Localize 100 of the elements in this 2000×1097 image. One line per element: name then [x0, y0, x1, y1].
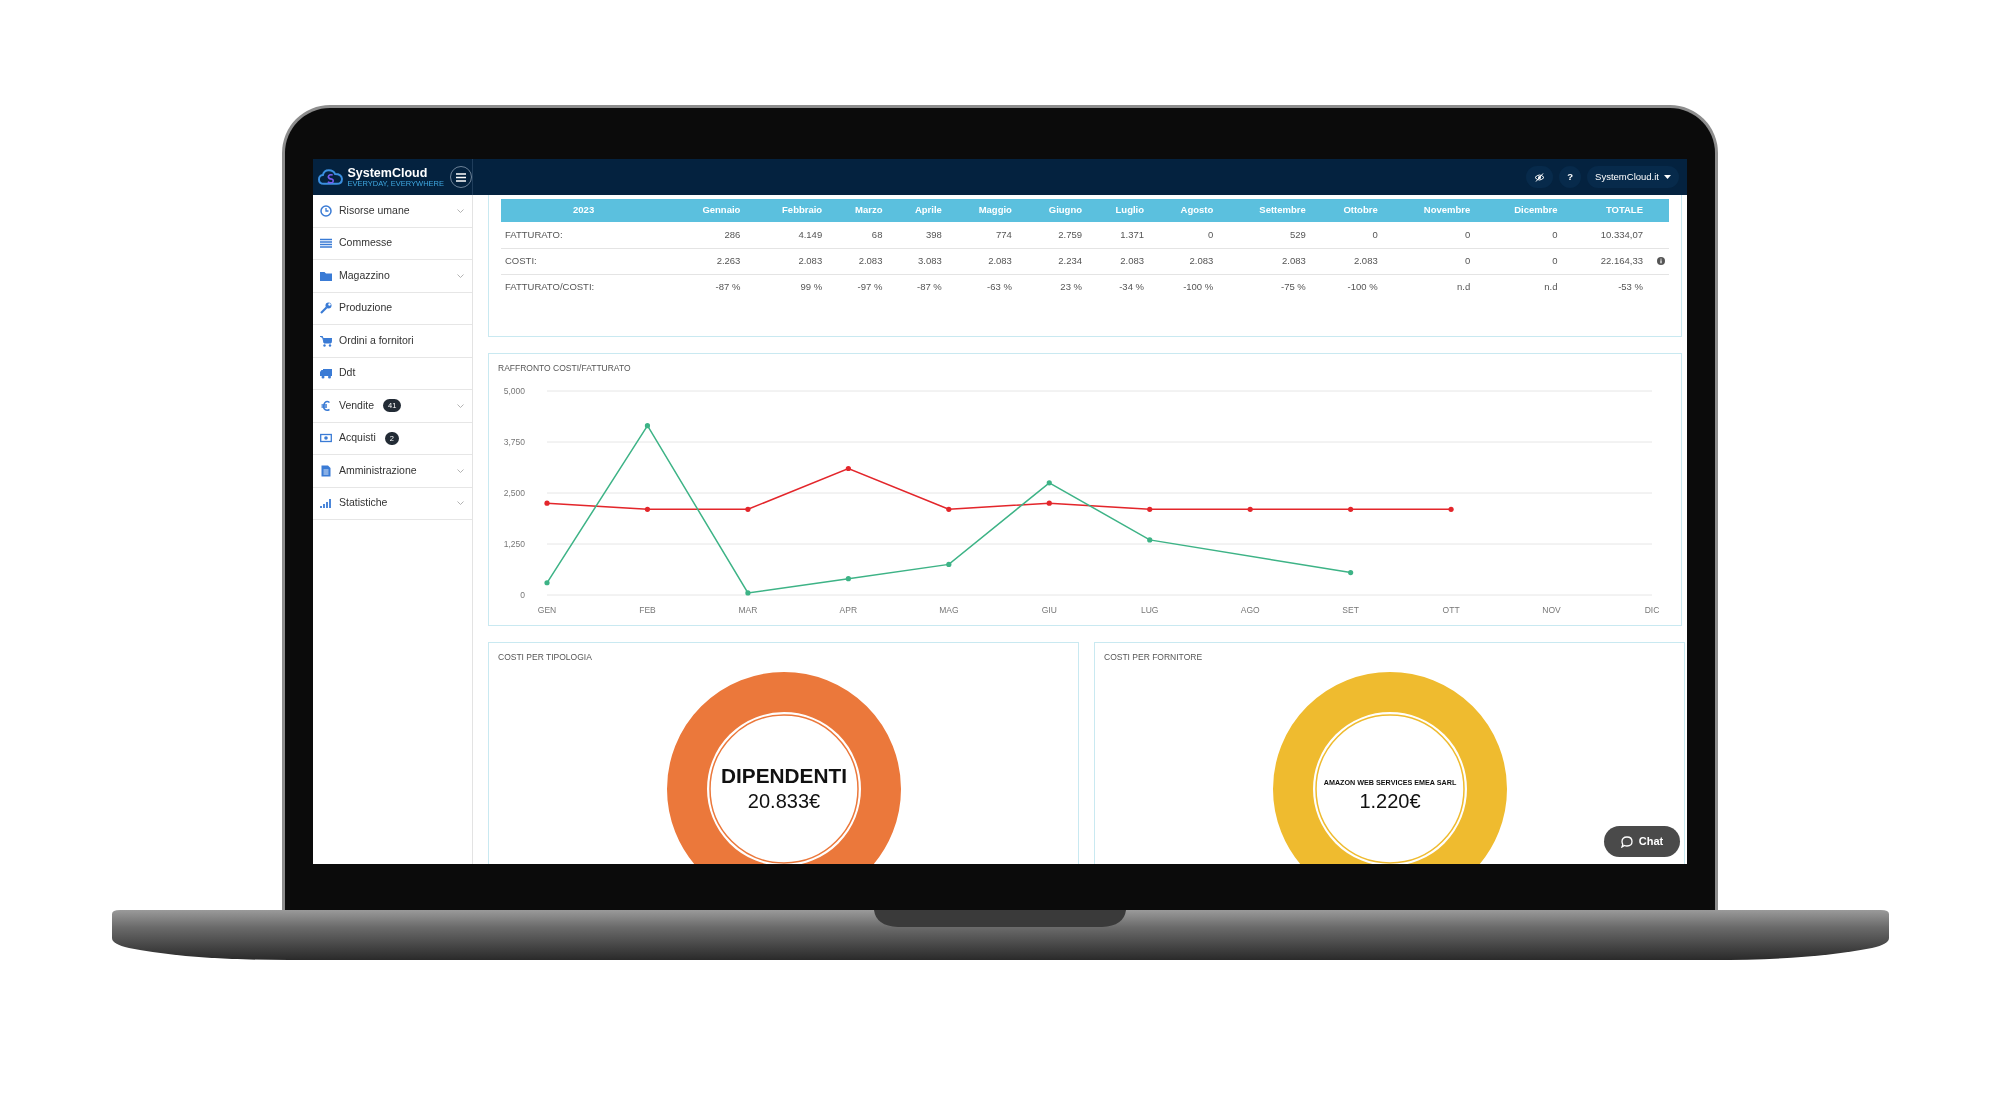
x-tick-label: AGO — [1240, 604, 1260, 615]
chart-title: RAFFRONTO COSTI/FATTURATO — [497, 362, 632, 375]
item-label: Magazzino — [339, 267, 390, 283]
column-header: Febbraio — [744, 199, 827, 222]
column-header: Novembre — [1381, 199, 1475, 222]
data-point — [845, 465, 851, 471]
menu-icon — [456, 172, 466, 182]
clock-icon — [320, 204, 332, 217]
y-tick-label: 0 — [520, 589, 525, 600]
data-point — [1448, 506, 1454, 512]
table-cell: -87 % — [666, 274, 745, 300]
column-header: Gennaio — [666, 199, 745, 222]
x-tick-label: GIU — [1041, 604, 1057, 615]
item-label: Commesse — [339, 235, 393, 251]
item-label: Amministrazione — [339, 462, 417, 478]
x-tick-label: NOV — [1542, 604, 1561, 615]
euro-icon — [320, 399, 332, 412]
data-point — [1046, 500, 1052, 506]
table-cell: 0 — [1474, 222, 1562, 248]
sidebar-item[interactable]: Ordini a fornitori — [313, 325, 472, 358]
table-cell: 0 — [1381, 222, 1475, 248]
data-point — [845, 575, 851, 582]
data-point — [1348, 569, 1354, 575]
data-point — [1348, 506, 1354, 512]
x-tick-label: GEN — [537, 604, 557, 615]
data-point — [946, 506, 952, 512]
table-cell: 0 — [1148, 222, 1218, 248]
sidebar-item[interactable]: Produzione — [313, 292, 472, 325]
table-cell: 2.083 — [744, 248, 827, 274]
x-tick-label: LUG — [1141, 604, 1159, 615]
table-cell: 68 — [826, 222, 887, 248]
table-cell: 0 — [1309, 222, 1382, 248]
visibility-button[interactable] — [1526, 166, 1554, 188]
table-cell: n.d — [1381, 274, 1475, 300]
data-point — [946, 561, 952, 567]
help-button[interactable]: ? — [1559, 166, 1582, 188]
sidebar-item[interactable]: Risorse umane — [313, 195, 472, 228]
sidebar-item[interactable]: Magazzino — [313, 260, 472, 293]
item-label: Ordini a fornitori — [339, 332, 414, 348]
row-label: FATTURATO/COSTI: — [501, 274, 667, 300]
table-cell: 3.083 — [886, 248, 946, 274]
column-header: Settembre — [1217, 199, 1310, 222]
table-cell: -53 % — [1561, 274, 1647, 300]
table-cell: 2.083 — [945, 248, 1016, 274]
table-cell: 2.263 — [666, 248, 745, 274]
table-cell: 23 % — [1015, 274, 1086, 300]
row-label: FATTURATO: — [501, 222, 667, 248]
table-cell: 2.083 — [1309, 248, 1382, 274]
table-cell: -97 % — [826, 274, 887, 300]
table-cell: 2.083 — [1217, 248, 1310, 274]
bar-chart-icon — [320, 497, 332, 510]
data-point — [1147, 506, 1153, 512]
table-cell: 0 — [1381, 248, 1475, 274]
item-label: Risorse umane — [339, 202, 410, 218]
column-header: Giugno — [1015, 199, 1086, 222]
account-menu[interactable]: SystemCloud.it — [1587, 166, 1679, 188]
table-cell: 1.371 — [1086, 222, 1149, 248]
column-header: Agosto — [1148, 199, 1218, 222]
document-icon — [320, 464, 332, 477]
table-cell: 2.083 — [1148, 248, 1218, 274]
table-cell: 22.164,33 — [1561, 248, 1647, 274]
donut-label: DIPENDENTI — [721, 763, 847, 787]
folder-icon — [320, 269, 332, 282]
column-header: 2023 — [501, 199, 667, 222]
truck-icon — [320, 367, 332, 380]
table-cell: 99 % — [744, 274, 827, 300]
data-point — [1147, 537, 1153, 543]
table-cell: -34 % — [1086, 274, 1149, 300]
x-tick-label: OTT — [1442, 604, 1460, 615]
y-tick-label: 2,500 — [503, 487, 525, 498]
column-header: Maggio — [945, 199, 1016, 222]
list-icon — [320, 237, 332, 250]
chat-button[interactable]: Chat — [1604, 826, 1680, 857]
sidebar-item[interactable]: Commesse — [313, 227, 472, 260]
cart-icon — [320, 334, 332, 347]
sidebar-item[interactable]: Ddt — [313, 357, 472, 390]
data-point — [745, 590, 751, 596]
item-label: Ddt — [339, 365, 356, 381]
table-cell: 398 — [886, 222, 946, 248]
table-cell: -63 % — [945, 274, 1016, 300]
money-icon — [320, 432, 332, 445]
item-label: Vendite — [339, 397, 375, 413]
wrench-icon — [320, 302, 332, 315]
data-point — [1247, 506, 1253, 512]
data-point — [1046, 479, 1052, 486]
info-icon[interactable] — [1657, 257, 1665, 266]
x-tick-label: FEB — [639, 604, 656, 615]
x-tick-label: APR — [839, 604, 858, 615]
table-cell: 774 — [945, 222, 1016, 248]
item-label: Produzione — [339, 300, 393, 316]
column-header: Ottobre — [1309, 199, 1382, 222]
table-cell: 2.234 — [1015, 248, 1086, 274]
table-cell: 10.334,07 — [1561, 222, 1647, 248]
column-header: Marzo — [826, 199, 887, 222]
sidebar-item[interactable]: Amministrazione — [313, 455, 472, 488]
column-header: Dicembre — [1474, 199, 1562, 222]
column-header: Aprile — [886, 199, 946, 222]
table-cell: -75 % — [1217, 274, 1310, 300]
sidebar-item[interactable]: Statistiche — [313, 487, 472, 520]
x-tick-label: SET — [1342, 604, 1359, 615]
